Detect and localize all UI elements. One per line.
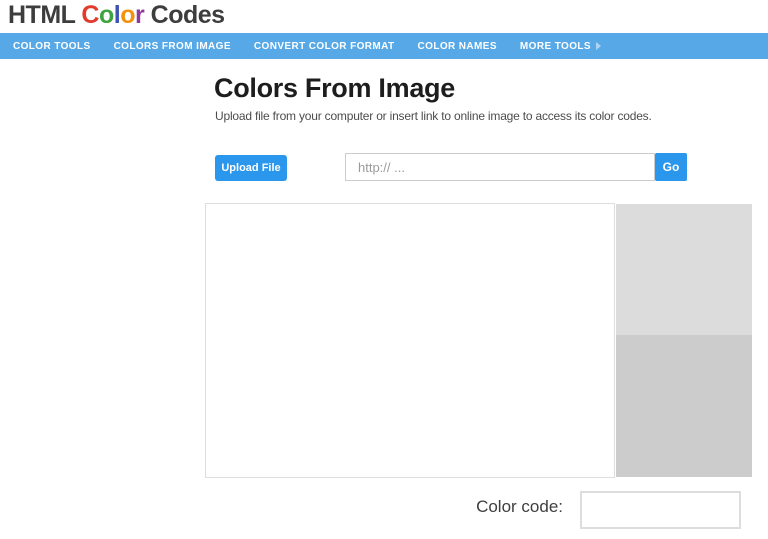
image-url-input[interactable] — [345, 153, 655, 181]
upload-file-button[interactable]: Upload File — [215, 155, 287, 181]
logo-letter-o1: o — [98, 1, 114, 29]
color-code-label: Color code: — [476, 497, 563, 516]
color-code-input[interactable] — [580, 491, 741, 529]
nav-item-color-names[interactable]: COLOR NAMES — [418, 41, 497, 52]
nav-item-colors-from-image[interactable]: COLORS FROM IMAGE — [114, 41, 231, 52]
page-subtitle: Upload file from your computer or insert… — [215, 109, 652, 123]
logo-part-html: HTML — [8, 1, 82, 29]
logo-letter-r: r — [135, 1, 145, 29]
page: HTML Color Codes COLOR TOOLS COLORS FROM… — [0, 0, 768, 539]
logo-letter-o2: o — [120, 1, 135, 29]
logo-part-codes: Codes — [144, 1, 225, 29]
nav-item-more-tools-label: MORE TOOLS — [519, 40, 591, 52]
site-logo[interactable]: HTML Color Codes — [8, 1, 225, 30]
logo-letter-c: C — [81, 1, 99, 29]
go-button[interactable]: Go — [655, 153, 687, 181]
palette-swatch-2[interactable] — [616, 335, 752, 477]
page-title: Colors From Image — [214, 73, 455, 103]
palette-swatch-1[interactable] — [616, 204, 752, 335]
palette-panel — [616, 204, 752, 477]
submenu-arrow-icon — [595, 42, 601, 50]
image-canvas[interactable] — [205, 203, 615, 478]
nav-item-more-tools[interactable]: MORE TOOLS — [520, 41, 601, 52]
main-nav: COLOR TOOLS COLORS FROM IMAGE CONVERT CO… — [0, 33, 768, 59]
nav-item-convert-color-format[interactable]: CONVERT COLOR FORMAT — [254, 41, 395, 52]
nav-item-color-tools[interactable]: COLOR TOOLS — [13, 41, 91, 52]
